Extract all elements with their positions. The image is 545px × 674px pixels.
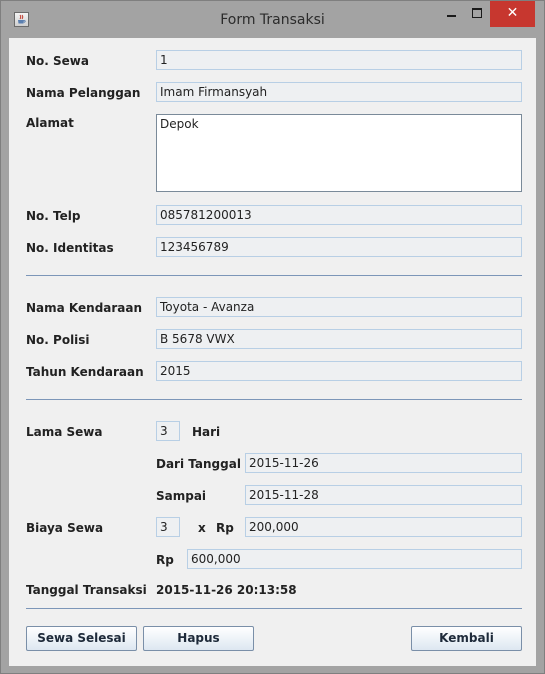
lama-sewa-label: Lama Sewa — [26, 425, 103, 439]
no-telp-field[interactable]: 085781200013 — [156, 205, 522, 225]
tahun-kendaraan-field[interactable]: 2015 — [156, 361, 522, 381]
alamat-textarea[interactable]: Depok — [156, 114, 522, 192]
biaya-sewa-price-field[interactable]: 200,000 — [245, 517, 522, 537]
minimize-icon — [446, 15, 456, 17]
no-sewa-field[interactable]: 1 — [156, 50, 522, 70]
lama-sewa-field[interactable]: 3 — [156, 421, 180, 441]
title-bar[interactable]: Form Transaksi ✕ — [1, 1, 544, 38]
tanggal-transaksi-value: 2015-11-26 20:13:58 — [156, 583, 297, 597]
no-identitas-field[interactable]: 123456789 — [156, 237, 522, 257]
sampai-field[interactable]: 2015-11-28 — [245, 485, 522, 505]
nama-pelanggan-label: Nama Pelanggan — [26, 86, 141, 100]
alamat-label: Alamat — [26, 116, 74, 130]
section-divider — [26, 608, 522, 609]
dari-tanggal-field[interactable]: 2015-11-26 — [245, 453, 522, 473]
biaya-sewa-qty-field[interactable]: 3 — [156, 517, 180, 537]
no-identitas-label: No. Identitas — [26, 241, 114, 255]
nama-kendaraan-field[interactable]: Toyota - Avanza — [156, 297, 522, 317]
rp-label: Rp — [216, 521, 234, 535]
no-sewa-label: No. Sewa — [26, 54, 89, 68]
no-polisi-field[interactable]: B 5678 VWX — [156, 329, 522, 349]
sewa-selesai-button[interactable]: Sewa Selesai — [26, 626, 137, 651]
tanggal-transaksi-label: Tanggal Transaksi — [26, 583, 147, 597]
tahun-kendaraan-label: Tahun Kendaraan — [26, 365, 144, 379]
nama-pelanggan-field[interactable]: Imam Firmansyah — [156, 82, 522, 102]
form-panel: No. Sewa 1 Nama Pelanggan Imam Firmansya… — [9, 38, 536, 666]
section-divider — [26, 399, 522, 400]
kembali-button[interactable]: Kembali — [411, 626, 522, 651]
nama-kendaraan-label: Nama Kendaraan — [26, 301, 143, 315]
section-divider — [26, 275, 522, 276]
hari-label: Hari — [192, 425, 221, 439]
total-field[interactable]: 600,000 — [187, 549, 522, 569]
biaya-sewa-label: Biaya Sewa — [26, 521, 104, 535]
sampai-label: Sampai — [156, 489, 207, 503]
minimize-button[interactable] — [438, 3, 464, 25]
form-transaksi-window: Form Transaksi ✕ No. Sewa 1 Nama Pelangg… — [0, 0, 545, 674]
no-polisi-label: No. Polisi — [26, 333, 90, 347]
dari-tanggal-label: Dari Tanggal — [156, 457, 241, 471]
maximize-icon — [472, 8, 482, 18]
hapus-button[interactable]: Hapus — [143, 626, 254, 651]
maximize-button[interactable] — [464, 3, 490, 25]
no-telp-label: No. Telp — [26, 209, 81, 223]
close-icon: ✕ — [506, 5, 519, 21]
close-button[interactable]: ✕ — [490, 1, 535, 27]
total-rp-label: Rp — [156, 553, 174, 567]
times-label: x — [198, 521, 206, 535]
